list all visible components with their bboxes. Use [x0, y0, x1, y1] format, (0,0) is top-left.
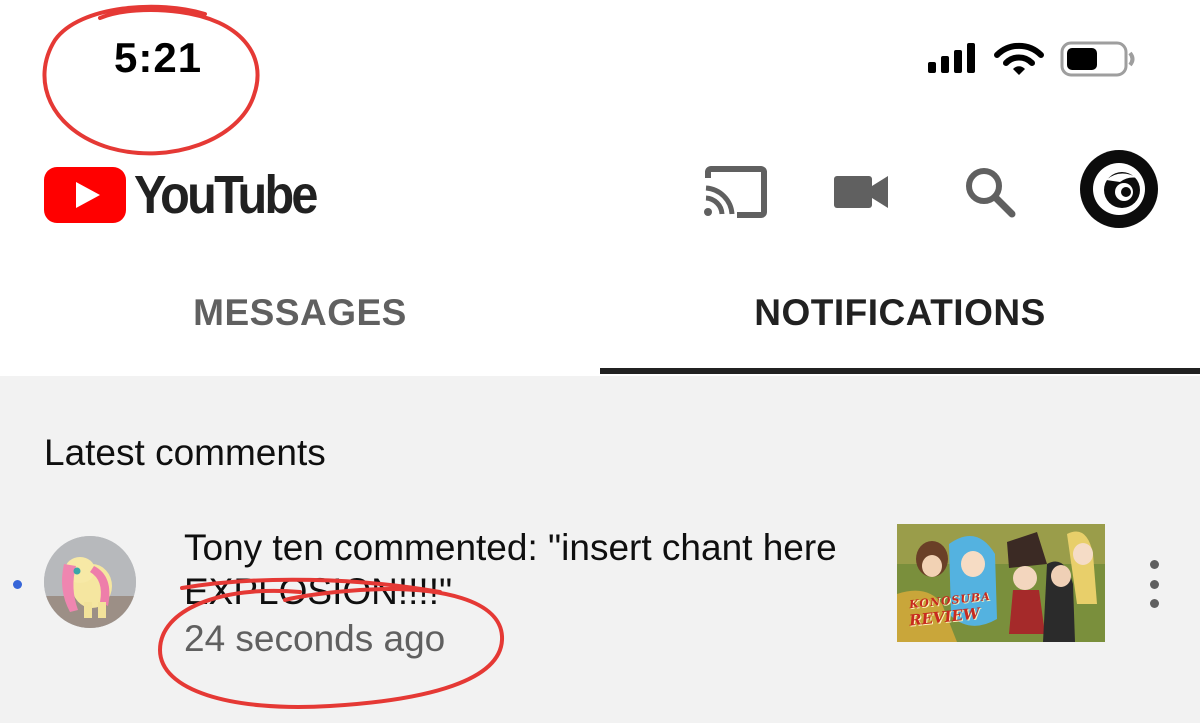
commenter-avatar[interactable] — [44, 536, 136, 628]
tab-bar: MESSAGES NOTIFICATIONS — [0, 250, 1200, 376]
tab-notifications[interactable]: NOTIFICATIONS — [600, 250, 1200, 376]
status-bar: 5:21 — [0, 0, 1200, 130]
youtube-wordmark: YouTube — [134, 165, 318, 225]
camera-icon[interactable] — [824, 154, 900, 230]
battery-icon — [1060, 41, 1135, 77]
status-time: 5:21 — [114, 34, 203, 81]
youtube-logo[interactable]: YouTube — [44, 160, 336, 230]
app-bar: YouTube — [0, 140, 1200, 240]
more-options-icon[interactable] — [1134, 554, 1174, 614]
more-dot — [1149, 599, 1159, 608]
more-dot — [1149, 579, 1159, 589]
account-avatar[interactable] — [1080, 150, 1158, 228]
unread-dot — [13, 580, 22, 589]
more-dot — [1149, 560, 1159, 569]
wifi-icon — [994, 42, 1044, 75]
status-icons — [926, 40, 1146, 80]
notification-timestamp: 24 seconds ago — [184, 618, 446, 659]
youtube-play-icon — [44, 167, 126, 223]
search-icon[interactable] — [952, 154, 1028, 230]
video-thumbnail[interactable]: KONOSUBA REVIEW — [897, 524, 1105, 642]
cast-icon[interactable] — [696, 154, 772, 230]
section-title: Latest comments — [44, 432, 326, 473]
signal-icon — [928, 43, 975, 73]
tab-messages[interactable]: MESSAGES — [0, 250, 600, 376]
notifications-panel: Latest comments Tony ten commented: "ins… — [0, 376, 1200, 723]
notification-text: Tony ten commented: "insert chant here E… — [184, 527, 837, 612]
